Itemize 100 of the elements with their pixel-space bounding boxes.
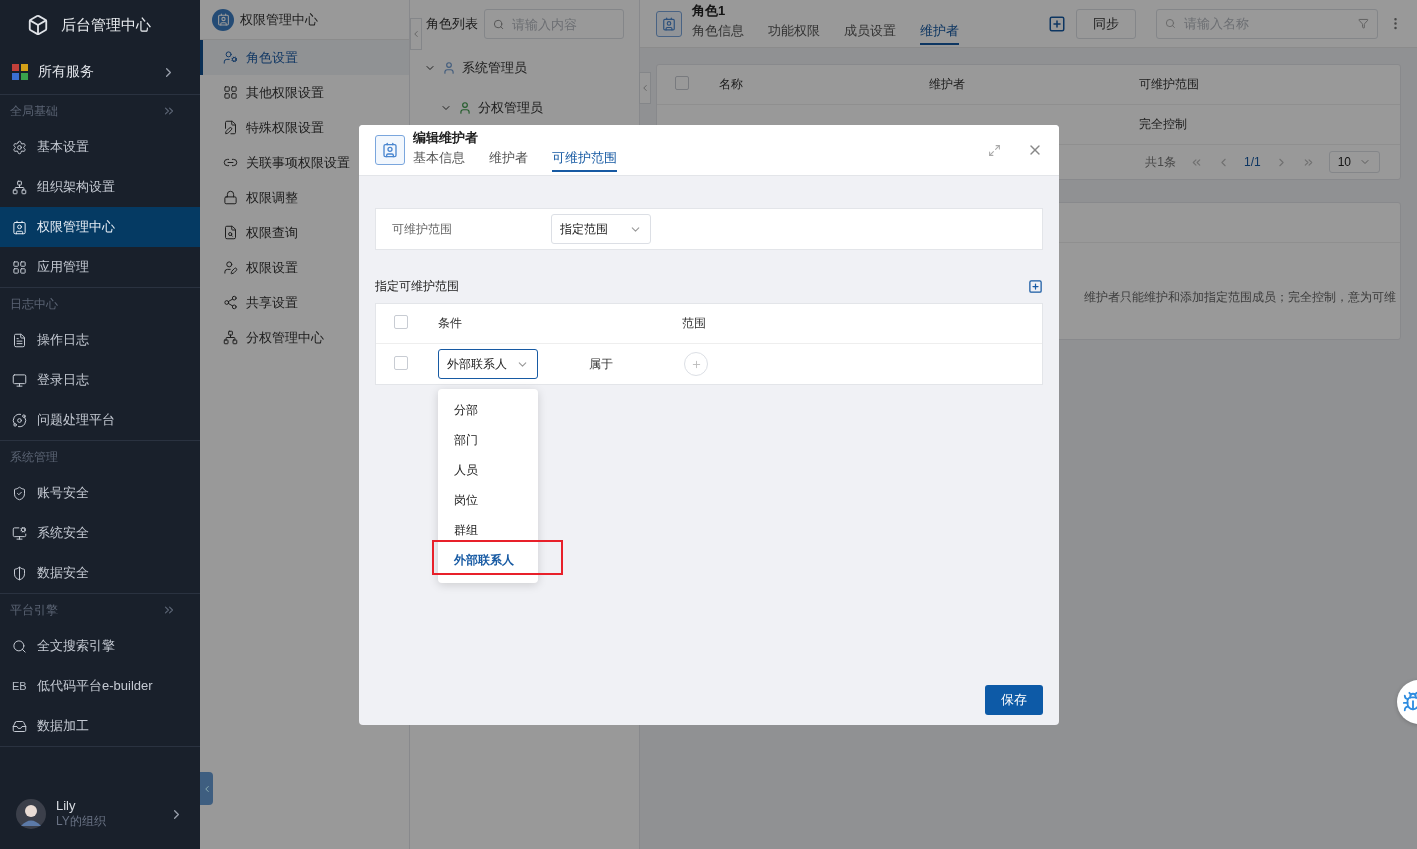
user-gear-icon [223, 50, 238, 65]
org-chart-icon [223, 330, 238, 345]
screen-icon [12, 372, 27, 388]
checkbox[interactable] [394, 355, 408, 370]
tab[interactable]: 功能权限 [768, 20, 820, 45]
section-title: 平台引擎 [10, 601, 58, 619]
column-header: 维护者 [929, 76, 966, 93]
gear-icon [12, 139, 27, 155]
page-indicator: 1/1 [1243, 155, 1261, 169]
collapse-handle[interactable] [410, 18, 422, 50]
sidebar-item[interactable]: 基本设置 [0, 127, 200, 167]
menu-item[interactable]: 分权管理中心 [200, 320, 409, 355]
app-title: 后台管理中心 [61, 15, 151, 35]
checkbox[interactable] [675, 76, 689, 90]
sidebar-item[interactable]: 全文搜索引擎 [0, 626, 200, 666]
sidebar-item[interactable]: 操作日志 [0, 320, 200, 360]
user-org: LY的组织 [56, 813, 107, 830]
tab[interactable]: 维护者 [920, 20, 959, 45]
menu-item[interactable]: 特殊权限设置 [200, 110, 409, 145]
save-button[interactable]: 保存 [985, 685, 1043, 715]
field-label: 可维护范围 [392, 220, 453, 238]
menu-item[interactable]: 权限调整 [200, 180, 409, 215]
section-title: 全局基础 [10, 102, 58, 120]
expand-icon[interactable] [162, 104, 176, 118]
cube-icon [27, 14, 49, 36]
add-icon[interactable] [1048, 14, 1066, 33]
role-title: 角色1 [692, 2, 727, 20]
section-title: 系统管理 [10, 448, 58, 466]
shield-icon [12, 565, 27, 581]
plus-icon [690, 358, 702, 370]
dropdown-option[interactable]: 岗位 [438, 485, 538, 515]
org-chart-icon [12, 179, 27, 195]
scope-select[interactable]: 指定范围 [551, 214, 651, 244]
id-card-icon [212, 8, 234, 31]
shield-icon [12, 485, 27, 501]
column-header: 名称 [719, 76, 744, 93]
file-edit-icon [223, 120, 238, 135]
page-size-select[interactable]: 10 [1328, 151, 1380, 173]
id-card-icon [656, 10, 682, 37]
add-icon[interactable] [1028, 279, 1043, 294]
sidebar-item[interactable]: 登录日志 [0, 360, 200, 400]
all-services-item[interactable]: 所有服务 [0, 50, 200, 95]
sync-button[interactable]: 同步 [1076, 8, 1136, 39]
collapse-handle[interactable] [200, 772, 213, 805]
planet-icon [12, 412, 27, 428]
share-icon [223, 295, 238, 310]
maximize-icon[interactable] [988, 143, 1001, 157]
user-profile[interactable]: Lily LY的组织 [0, 779, 200, 849]
dropdown-option[interactable]: 部门 [438, 425, 538, 455]
column-header: 范围 [682, 315, 707, 332]
tray-icon [12, 718, 27, 734]
relation-text: 属于 [589, 355, 613, 373]
avatar [16, 799, 46, 829]
filter-icon[interactable] [1358, 17, 1369, 30]
menu-item[interactable]: 角色设置 [200, 40, 409, 75]
dropdown-option[interactable]: 分部 [438, 395, 538, 425]
tab[interactable]: 角色信息 [692, 20, 744, 45]
note-text: 维护者只能维护和添加指定范围成员；完全控制，意为可维 [1084, 289, 1397, 306]
eb-icon: EB [12, 680, 27, 692]
table-cell-text: 完全控制 [1139, 116, 1188, 133]
tree-node[interactable]: 分权管理员 [410, 88, 639, 128]
tab[interactable]: 基本信息 [413, 146, 465, 172]
panel-title: 权限管理中心 [240, 10, 318, 29]
tab[interactable]: 维护者 [489, 146, 528, 172]
menu-item[interactable]: 其他权限设置 [200, 75, 409, 110]
section-title: 日志中心 [10, 295, 58, 313]
panel-title: 角色列表 [426, 15, 478, 33]
tree-node[interactable]: 系统管理员 [410, 48, 639, 88]
sidebar-item[interactable]: 问题处理平台 [0, 400, 200, 440]
sidebar-item[interactable]: 组织架构设置 [0, 167, 200, 207]
grid-icon [223, 85, 238, 100]
dialog-title: 编辑维护者 [413, 128, 479, 147]
search-icon [12, 638, 27, 654]
sidebar-item[interactable]: 数据安全 [0, 553, 200, 593]
user-name: Lily [56, 798, 77, 813]
user-pen-icon [223, 260, 238, 275]
section-title: 指定可维护范围 [375, 278, 459, 295]
user-icon [458, 101, 472, 115]
document-icon [12, 332, 27, 348]
dropdown-option[interactable]: 人员 [438, 455, 538, 485]
file-search-icon [223, 225, 238, 240]
apps-icon [12, 64, 28, 80]
tab[interactable]: 成员设置 [844, 20, 896, 45]
id-card-icon [375, 135, 405, 165]
sidebar-item[interactable]: 数据加工 [0, 706, 200, 746]
sidebar-item[interactable]: 系统安全 [0, 513, 200, 553]
collapse-handle[interactable] [639, 72, 651, 104]
total-count: 共1条 [1145, 153, 1176, 171]
sidebar-item[interactable]: 账号安全 [0, 473, 200, 513]
condition-select[interactable]: 外部联系人 [438, 349, 538, 379]
search-icon [493, 17, 505, 31]
expand-icon[interactable] [162, 603, 176, 617]
menu-item[interactable]: 关联事项权限设置 [200, 145, 409, 180]
user-icon [442, 61, 456, 75]
search-icon [1165, 17, 1176, 30]
tab[interactable]: 可维护范围 [552, 146, 617, 172]
checkbox[interactable] [394, 315, 408, 329]
sidebar-item[interactable]: 应用管理 [0, 247, 200, 287]
sidebar-item[interactable]: EB 低代码平台e-builder [0, 666, 200, 706]
sidebar-item[interactable]: 权限管理中心 [0, 207, 200, 247]
